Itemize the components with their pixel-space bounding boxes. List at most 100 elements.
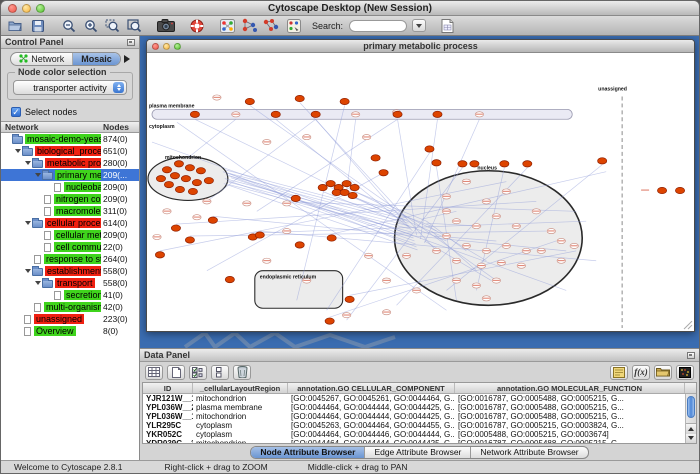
frame-zoom-icon[interactable]: [174, 43, 181, 50]
disclosure-triangle-icon[interactable]: [34, 279, 42, 287]
tree-column-headers[interactable]: Network Nodes: [1, 121, 139, 133]
column-header[interactable]: _cellularLayoutRegion: [193, 383, 288, 393]
tab-edge-attribute-browser[interactable]: Edge Attribute Browser: [365, 447, 471, 458]
open-session-icon[interactable]: [6, 17, 25, 34]
network-graph[interactable]: plasma membranecytoplasmmitochondrionnuc…: [147, 53, 694, 331]
network-tree[interactable]: mosaic-demo-yeast874(0)biological_proces…: [1, 133, 139, 460]
table-cell-id: YPL036W__1: [143, 412, 193, 421]
network-frame-titlebar[interactable]: primary metabolic process: [147, 40, 694, 53]
selected-gene-node: [271, 111, 280, 117]
import-attributes-folder-icon[interactable]: [654, 365, 672, 380]
attribute-table-body[interactable]: YJR121W__1mitochondrion[GO:0045267, GO:0…: [143, 394, 696, 444]
selected-gene-node: [208, 217, 217, 223]
float-data-panel-icon[interactable]: [687, 352, 695, 359]
tree-row[interactable]: biological_process651(0): [1, 145, 139, 157]
tree-row[interactable]: macromolecule311(0): [1, 205, 139, 217]
table-row[interactable]: YKR052Ccytoplasm[GO:0044464, GO:0044446,…: [143, 430, 696, 439]
column-nodes[interactable]: Nodes: [103, 122, 129, 132]
tree-row[interactable]: primary metabo209(...: [1, 169, 139, 181]
disclosure-triangle-icon[interactable]: [14, 147, 22, 155]
frame-close-icon[interactable]: [152, 43, 159, 50]
tree-row[interactable]: response to stimulu264(0): [1, 253, 139, 265]
table-row[interactable]: YDR039C__1mitochondrion[GO:0044464, GO:0…: [143, 439, 696, 444]
matrix-view-icon[interactable]: [676, 365, 694, 380]
column-header[interactable]: ID: [143, 383, 193, 393]
attribute-cells-icon[interactable]: [211, 365, 229, 380]
delete-attribute-trash-icon[interactable]: [233, 365, 251, 380]
tab-network[interactable]: Network: [11, 53, 73, 65]
tree-row[interactable]: cellular metabo209(0): [1, 229, 139, 241]
gene-node-label: [403, 255, 410, 256]
float-panel-icon[interactable]: [127, 39, 135, 46]
snapshot-camera-icon[interactable]: [156, 17, 175, 34]
tree-row[interactable]: nitrogen compo209(0): [1, 193, 139, 205]
tree-row[interactable]: metabolic process280(0): [1, 157, 139, 169]
table-scrollbar[interactable]: [685, 394, 696, 443]
window-titlebar[interactable]: Cytoscape Desktop (New Session): [1, 1, 699, 16]
tree-row[interactable]: mosaic-demo-yeast874(0): [1, 133, 139, 145]
function-builder-icon[interactable]: f(x): [632, 365, 650, 380]
frame-minimize-icon[interactable]: [163, 43, 170, 50]
tree-row[interactable]: transport558(0): [1, 277, 139, 289]
gene-node-label: [518, 265, 525, 266]
tree-row[interactable]: unassigned223(0): [1, 313, 139, 325]
network-overview-icon[interactable]: [218, 17, 237, 34]
zoom-selected-region-icon[interactable]: [103, 17, 122, 34]
disclosure-triangle-icon[interactable]: [24, 159, 32, 167]
tree-row[interactable]: Overview8(0): [1, 325, 139, 337]
attribute-checklist-icon[interactable]: [189, 365, 207, 380]
column-header[interactable]: annotation.GO MOLECULAR_FUNCTION: [455, 383, 685, 393]
tab-mosaic[interactable]: Mosaic: [73, 53, 120, 65]
search-input[interactable]: [349, 20, 407, 32]
folder-icon: [42, 280, 53, 288]
column-network[interactable]: Network: [1, 122, 39, 132]
table-row[interactable]: YJR121W__1mitochondrion[GO:0045267, GO:0…: [143, 394, 696, 403]
layout-network-icon[interactable]: [240, 17, 259, 34]
save-session-icon[interactable]: [28, 17, 47, 34]
select-nodes-checkbox[interactable]: ✓: [11, 107, 21, 117]
tree-indent: [34, 207, 42, 215]
tab-node-attribute-browser[interactable]: Node Attribute Browser: [251, 447, 365, 458]
table-row[interactable]: YLR295Ccytoplasm[GO:0045263, GO:0044464,…: [143, 421, 696, 430]
network-canvas[interactable]: plasma membranecytoplasmmitochondrionnuc…: [147, 53, 694, 331]
import-annotation-icon[interactable]: [438, 17, 457, 34]
create-attribute-icon[interactable]: [167, 365, 185, 380]
zoom-out-icon[interactable]: [59, 17, 78, 34]
minimize-window-icon[interactable]: [22, 4, 31, 13]
folder-icon: [42, 172, 53, 180]
network-view-frame[interactable]: primary metabolic process plasma membran…: [146, 39, 695, 332]
zoom-fit-icon[interactable]: [125, 17, 144, 34]
tree-row[interactable]: multi-organism pro42(0): [1, 301, 139, 313]
tab-overflow-arrow-icon[interactable]: [124, 55, 130, 63]
notes-icon[interactable]: [610, 365, 628, 380]
search-dropdown-icon[interactable]: [412, 19, 426, 32]
tree-row[interactable]: nucleobase-209(0): [1, 181, 139, 193]
table-row[interactable]: YPL036W__2plasma membrane[GO:0044464, GO…: [143, 403, 696, 412]
selected-gene-node: [181, 175, 190, 181]
selected-gene-node: [171, 225, 180, 231]
tab-network-attribute-browser[interactable]: Network Attribute Browser: [471, 447, 587, 458]
help-lifering-icon[interactable]: [187, 17, 206, 34]
table-row[interactable]: YPL036W__1mitochondrion[GO:0044464, GO:0…: [143, 412, 696, 421]
tree-row[interactable]: establishment of lo558(0): [1, 265, 139, 277]
zoom-in-icon[interactable]: [81, 17, 100, 34]
select-attributes-icon[interactable]: [145, 365, 163, 380]
scroll-up-icon[interactable]: [686, 424, 696, 434]
tree-indent: [14, 327, 22, 335]
column-header[interactable]: annotation.GO CELLULAR_COMPONENT: [288, 383, 455, 393]
disclosure-triangle-icon[interactable]: [34, 171, 42, 179]
vizmapper-icon[interactable]: [284, 17, 303, 34]
layout-network-alt-icon[interactable]: [262, 17, 281, 34]
zoom-window-icon[interactable]: [36, 4, 45, 13]
tree-row[interactable]: cell communicat22(0): [1, 241, 139, 253]
attribute-table[interactable]: ID_cellularLayoutRegionannotation.GO CEL…: [142, 382, 697, 444]
tree-row[interactable]: secretion41(0): [1, 289, 139, 301]
scrollbar-thumb[interactable]: [687, 396, 695, 418]
node-color-dropdown[interactable]: transporter activity: [13, 80, 127, 95]
tree-row[interactable]: cellular process614(0): [1, 217, 139, 229]
scroll-down-icon[interactable]: [686, 434, 696, 444]
attribute-table-header[interactable]: ID_cellularLayoutRegionannotation.GO CEL…: [143, 383, 696, 394]
close-window-icon[interactable]: [8, 4, 17, 13]
disclosure-triangle-icon[interactable]: [24, 267, 32, 275]
disclosure-triangle-icon[interactable]: [24, 219, 32, 227]
